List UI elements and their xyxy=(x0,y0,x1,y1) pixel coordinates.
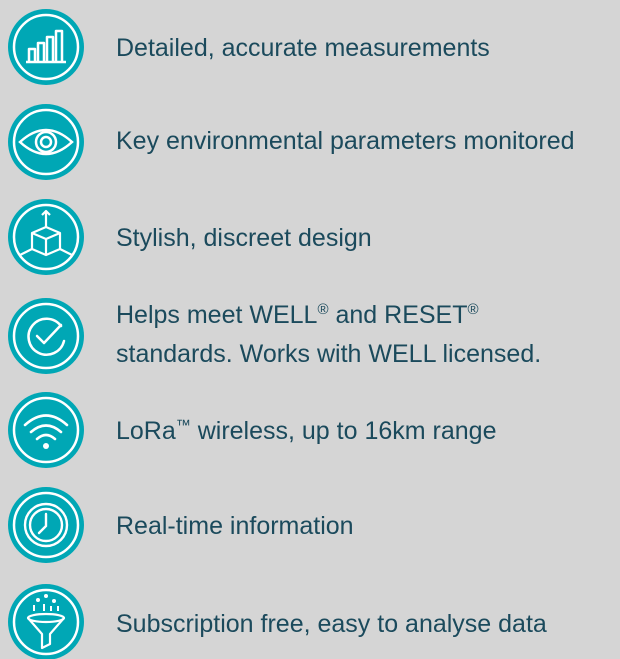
certified-check-icon xyxy=(6,296,86,376)
feature-label: Real-time information xyxy=(116,512,354,540)
wifi-icon xyxy=(6,390,86,470)
feature-realtime: Real-time information xyxy=(0,485,620,565)
bar-chart-icon xyxy=(6,7,86,87)
feature-label-line2: standards. Works with WELL licensed. xyxy=(116,340,542,368)
feature-measurements: Detailed, accurate measurements xyxy=(0,7,620,87)
feature-label: Key environmental parameters monitored xyxy=(116,127,575,155)
feature-label: Detailed, accurate measurements xyxy=(116,34,490,62)
cube-dimensions-icon xyxy=(6,197,86,277)
feature-label: Stylish, discreet design xyxy=(116,224,372,252)
feature-standards: Helps meet WELL® and RESET® standards. W… xyxy=(0,288,620,380)
clock-icon xyxy=(6,485,86,565)
funnel-icon xyxy=(6,582,86,659)
feature-subscription: Subscription free, easy to analyse data xyxy=(0,582,620,659)
feature-label: Subscription free, easy to analyse data xyxy=(116,610,547,638)
feature-design: Stylish, discreet design xyxy=(0,197,620,277)
feature-monitoring: Key environmental parameters monitored xyxy=(0,102,620,182)
eye-icon xyxy=(6,102,86,182)
feature-label-line1: Helps meet WELL® and RESET® xyxy=(116,301,479,329)
feature-label: LoRa™ wireless, up to 16km range xyxy=(116,417,497,445)
feature-label: Helps meet WELL® and RESET® standards. W… xyxy=(116,296,541,374)
feature-wireless: LoRa™ wireless, up to 16km range xyxy=(0,390,620,470)
